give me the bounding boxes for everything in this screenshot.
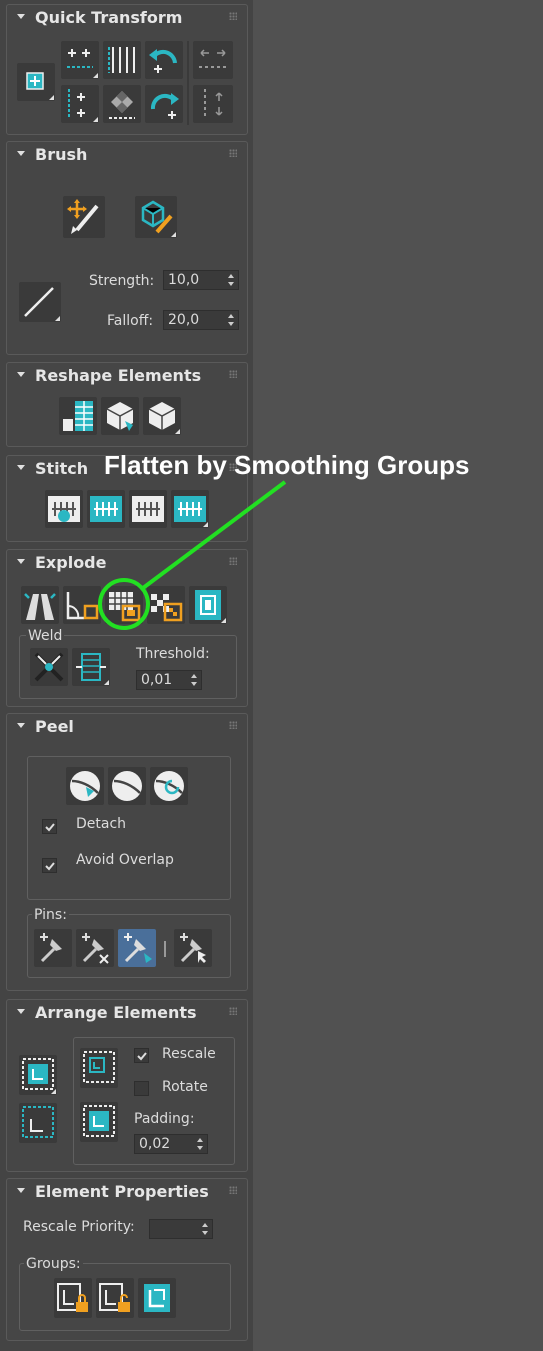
annotation-label: Flatten by Smoothing Groups xyxy=(104,450,470,480)
annotation-overlay xyxy=(98,480,287,630)
annotation-pointer-line xyxy=(141,480,287,590)
highlight-circle xyxy=(98,578,150,630)
